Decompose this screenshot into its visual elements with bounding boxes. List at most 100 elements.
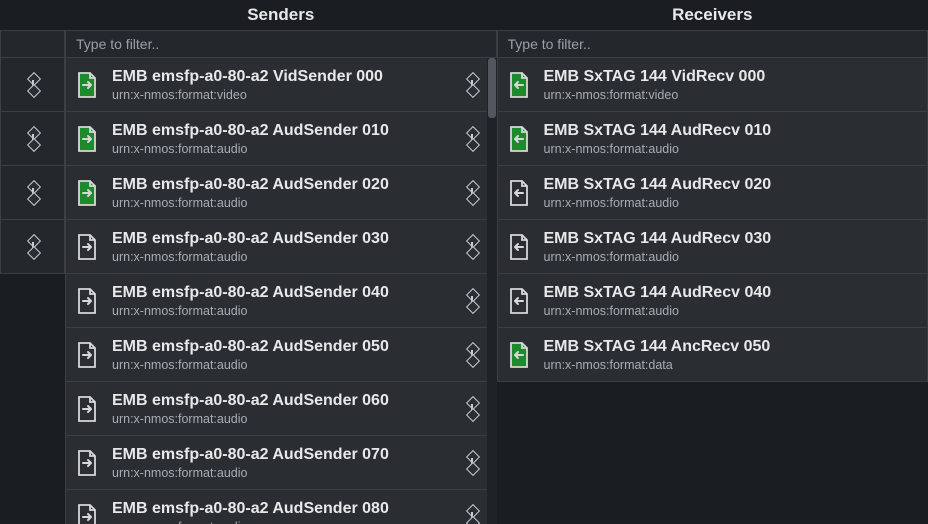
senders-row[interactable]: EMB emsfp-a0-80-a2 AudSender 060 urn:x-nm… bbox=[65, 381, 497, 436]
route-handle[interactable] bbox=[462, 73, 482, 97]
receivers-row[interactable]: EMB SxTAG 144 VidRecv 000urn:x-nmos:form… bbox=[497, 58, 928, 112]
senders-row[interactable]: EMB emsfp-a0-80-a2 AudSender 010urn:x-nm… bbox=[65, 111, 497, 166]
row-subtitle: urn:x-nmos:format:audio bbox=[112, 466, 450, 480]
row-texts: EMB emsfp-a0-80-a2 AudSender 060 urn:x-nm… bbox=[112, 392, 450, 426]
row-texts: EMB emsfp-a0-80-a2 AudSender 040 urn:x-nm… bbox=[112, 284, 450, 318]
route-handle[interactable] bbox=[462, 343, 482, 367]
link-icon bbox=[26, 127, 40, 151]
route-handle[interactable] bbox=[462, 235, 482, 259]
row-title: EMB emsfp-a0-80-a2 AudSender 030 bbox=[112, 230, 450, 248]
row-subtitle: urn:x-nmos:format:audio bbox=[112, 520, 450, 524]
side-route-cell[interactable] bbox=[0, 111, 65, 166]
receivers-row[interactable]: EMB SxTAG 144 AudRecv 030 urn:x-nmos:form… bbox=[497, 219, 928, 274]
senders-panel: EMB emsfp-a0-80-a2 VidSender 000 urn:x-nm… bbox=[65, 30, 497, 524]
link-icon bbox=[26, 73, 40, 97]
link-icon bbox=[26, 235, 40, 259]
receivers-row[interactable]: EMB SxTAG 144 AudRecv 010 urn:x-nmos:form… bbox=[497, 111, 928, 166]
receivers-row[interactable]: EMB SxTAG 144 AncRecv 050 urn:x-nmos:form… bbox=[497, 327, 928, 382]
row-title: EMB emsfp-a0-80-a2 VidSender 000 bbox=[112, 68, 450, 86]
row-subtitle: urn:x-nmos:format:audio bbox=[544, 142, 920, 156]
row-texts: EMB SxTAG 144 AudRecv 030 urn:x-nmos:form… bbox=[544, 230, 920, 264]
route-handle[interactable] bbox=[462, 127, 482, 151]
route-handle[interactable] bbox=[462, 451, 482, 475]
row-title: EMB emsfp-a0-80-a2 AudSender 070 bbox=[112, 446, 450, 464]
row-title: EMB SxTAG 144 AudRecv 030 bbox=[544, 230, 920, 248]
row-texts: EMB emsfp-a0-80-a2 AudSender 070 urn:x-nm… bbox=[112, 446, 450, 480]
row-subtitle: urn:x-nmos:format:audio bbox=[112, 304, 450, 318]
body: EMB emsfp-a0-80-a2 VidSender 000 urn:x-nm… bbox=[0, 30, 928, 524]
row-subtitle: urn:x-nmos:format:video bbox=[544, 88, 920, 102]
row-texts: EMB emsfp-a0-80-a2 AudSender 020urn:x-nm… bbox=[112, 176, 450, 210]
senders-row[interactable]: EMB emsfp-a0-80-a2 VidSender 000urn:x-nm… bbox=[65, 58, 497, 112]
receivers-filter-input[interactable] bbox=[508, 36, 918, 52]
row-title: EMB emsfp-a0-80-a2 AudSender 060 bbox=[112, 392, 450, 410]
sender-doc-icon bbox=[74, 70, 100, 100]
row-texts: EMB emsfp-a0-80-a2 AudSender 010urn:x-nm… bbox=[112, 122, 450, 156]
link-icon bbox=[465, 127, 479, 151]
senders-row[interactable]: EMB emsfp-a0-80-a2 AudSender 030urn:x-nm… bbox=[65, 219, 497, 274]
row-subtitle: urn:x-nmos:format:audio bbox=[112, 142, 450, 156]
row-title: EMB SxTAG 144 AncRecv 050 bbox=[544, 338, 920, 356]
receivers-row[interactable]: EMB SxTAG 144 AudRecv 020urn:x-nmos:form… bbox=[497, 165, 928, 220]
row-subtitle: urn:x-nmos:format:audio bbox=[544, 196, 920, 210]
receivers-panel: EMB SxTAG 144 VidRecv 000urn:x-nmos:form… bbox=[497, 30, 928, 524]
row-texts: EMB SxTAG 144 AncRecv 050 urn:x-nmos:form… bbox=[544, 338, 920, 372]
row-subtitle: urn:x-nmos:format:audio bbox=[544, 250, 920, 264]
sender-doc-icon bbox=[74, 448, 100, 478]
row-title: EMB SxTAG 144 AudRecv 010 bbox=[544, 122, 920, 140]
senders-filter-input[interactable] bbox=[76, 36, 486, 52]
app-root: Senders Receivers EMB emsfp-a0-80-a2 Vid… bbox=[0, 0, 928, 524]
link-icon bbox=[465, 505, 479, 524]
senders-row[interactable]: EMB emsfp-a0-80-a2 AudSender 070 urn:x-nm… bbox=[65, 435, 497, 490]
receiver-doc-icon bbox=[506, 178, 532, 208]
row-subtitle: urn:x-nmos:format:data bbox=[544, 358, 920, 372]
side-column bbox=[0, 30, 65, 524]
senders-list: EMB emsfp-a0-80-a2 VidSender 000 urn:x-nm… bbox=[65, 58, 497, 524]
side-route-cell[interactable] bbox=[0, 165, 65, 220]
receiver-doc-icon bbox=[506, 340, 532, 370]
link-icon bbox=[465, 73, 479, 97]
route-handle[interactable] bbox=[462, 181, 482, 205]
sender-doc-icon bbox=[74, 178, 100, 208]
senders-scrollbar[interactable] bbox=[487, 58, 497, 524]
side-route-cell[interactable] bbox=[0, 57, 65, 112]
senders-row[interactable]: EMB emsfp-a0-80-a2 AudSender 020urn:x-nm… bbox=[65, 165, 497, 220]
senders-scroll-thumb[interactable] bbox=[488, 58, 496, 118]
row-texts: EMB emsfp-a0-80-a2 AudSender 080 urn:x-nm… bbox=[112, 500, 450, 524]
link-icon bbox=[465, 397, 479, 421]
senders-row[interactable]: EMB emsfp-a0-80-a2 AudSender 050 urn:x-nm… bbox=[65, 327, 497, 382]
sender-doc-icon bbox=[74, 502, 100, 524]
senders-header: Senders bbox=[65, 0, 497, 30]
receiver-doc-icon bbox=[506, 232, 532, 262]
link-icon bbox=[465, 343, 479, 367]
row-texts: EMB emsfp-a0-80-a2 AudSender 030urn:x-nm… bbox=[112, 230, 450, 264]
route-handle[interactable] bbox=[462, 397, 482, 421]
route-handle[interactable] bbox=[462, 289, 482, 313]
receivers-list: EMB SxTAG 144 VidRecv 000urn:x-nmos:form… bbox=[497, 58, 928, 524]
row-subtitle: urn:x-nmos:format:audio bbox=[544, 304, 920, 318]
link-icon bbox=[465, 289, 479, 313]
sender-doc-icon bbox=[74, 394, 100, 424]
receivers-header: Receivers bbox=[497, 0, 928, 30]
row-title: EMB emsfp-a0-80-a2 AudSender 080 bbox=[112, 500, 450, 518]
row-texts: EMB emsfp-a0-80-a2 AudSender 050 urn:x-nm… bbox=[112, 338, 450, 372]
senders-row[interactable]: EMB emsfp-a0-80-a2 AudSender 040 urn:x-nm… bbox=[65, 273, 497, 328]
route-handle[interactable] bbox=[462, 505, 482, 524]
senders-row[interactable]: EMB emsfp-a0-80-a2 AudSender 080 urn:x-nm… bbox=[65, 489, 497, 524]
row-title: EMB emsfp-a0-80-a2 AudSender 040 bbox=[112, 284, 450, 302]
row-subtitle: urn:x-nmos:format:audio bbox=[112, 412, 450, 426]
link-icon bbox=[465, 451, 479, 475]
senders-filter[interactable] bbox=[65, 30, 497, 58]
sender-doc-icon bbox=[74, 286, 100, 316]
row-title: EMB emsfp-a0-80-a2 AudSender 050 bbox=[112, 338, 450, 356]
row-texts: EMB SxTAG 144 AudRecv 040urn:x-nmos:form… bbox=[544, 284, 920, 318]
receivers-row[interactable]: EMB SxTAG 144 AudRecv 040urn:x-nmos:form… bbox=[497, 273, 928, 328]
row-texts: EMB SxTAG 144 AudRecv 020urn:x-nmos:form… bbox=[544, 176, 920, 210]
receiver-doc-icon bbox=[506, 124, 532, 154]
receiver-doc-icon bbox=[506, 286, 532, 316]
sender-doc-icon bbox=[74, 124, 100, 154]
link-icon bbox=[26, 181, 40, 205]
receivers-filter[interactable] bbox=[497, 30, 928, 58]
row-subtitle: urn:x-nmos:format:audio bbox=[112, 358, 450, 372]
side-route-cell[interactable] bbox=[0, 219, 65, 274]
